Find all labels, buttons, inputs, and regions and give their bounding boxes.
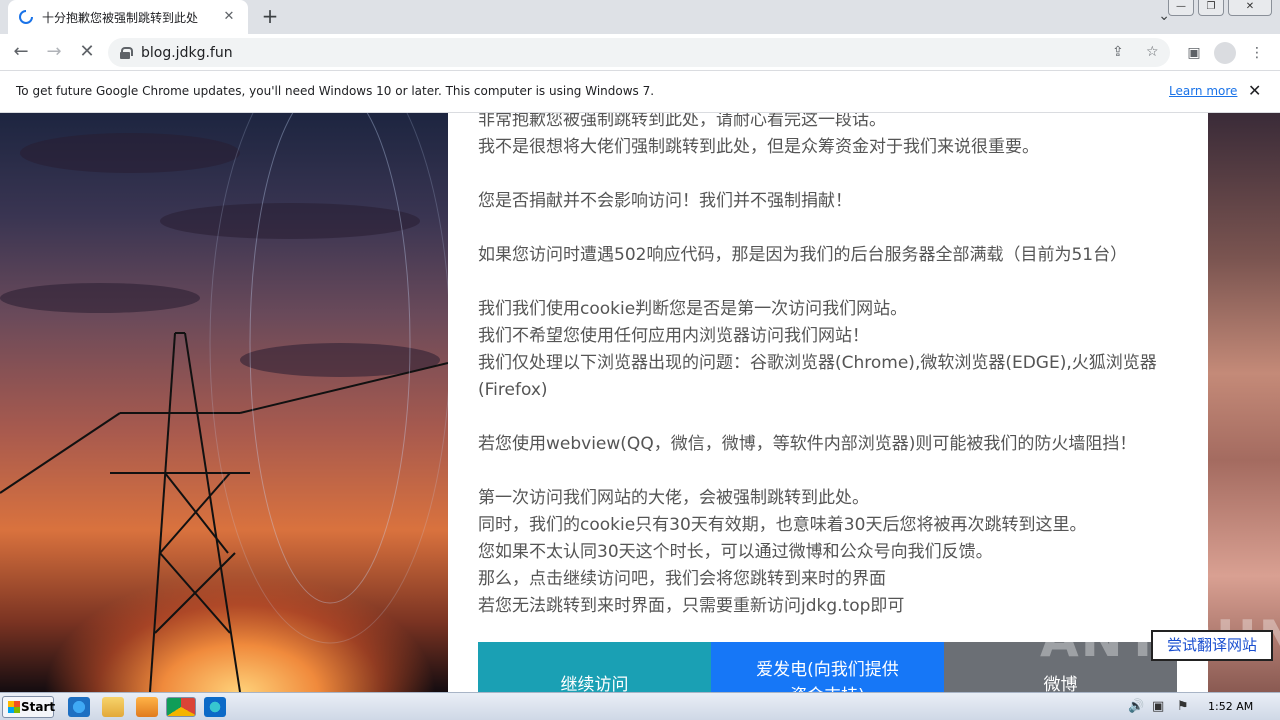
infobar-message: To get future Google Chrome updates, you… <box>16 84 655 98</box>
notice-line: 我不是很想将大佬们强制跳转到此处，但是众筹资金对于我们来说很重要。 <box>478 137 1039 157</box>
address-bar[interactable]: blog.jdkg.fun ⇪ ☆ <box>108 38 1170 67</box>
forward-arrow-icon[interactable]: → <box>42 40 66 64</box>
taskbar-clock[interactable]: 1:52 AM <box>1208 700 1253 713</box>
file-explorer-icon[interactable] <box>102 697 124 717</box>
stop-loading-icon[interactable]: ✕ <box>75 40 99 64</box>
window-controls: — ❐ ✕ <box>1168 0 1272 16</box>
edge-icon[interactable] <box>204 697 226 717</box>
notice-line: 若您使用webview(QQ，微信，微博，等软件内部浏览器)则可能被我们的防火墙… <box>478 434 1137 454</box>
tab-strip: 十分抱歉您被强制跳转到此处 ✕ + ⌄ — ❐ ✕ <box>0 0 1280 34</box>
notice-line: 若您无法跳转到来时界面，只需要重新访问jdkg.top即可 <box>478 596 905 616</box>
network-icon[interactable]: ▣ <box>1152 699 1164 714</box>
notice-line: 如果您访问时遭遇502响应代码，那是因为我们的后台服务器全部满载（目前为51台） <box>478 245 1128 265</box>
notice-line: (Firefox) <box>478 380 548 400</box>
notice-line: 我们不希望您使用任何应用内浏览器访问我们网站！ <box>478 326 869 346</box>
minimize-button[interactable]: — <box>1168 0 1194 16</box>
notice-panel: 非常抱歉您被强制跳转到此处，请耐心看完这一段话。我不是很想将大佬们强制跳转到此处… <box>448 113 1208 692</box>
browser-toolbar: ← → ✕ blog.jdkg.fun ⇪ ☆ ▣ ⋮ <box>0 34 1280 71</box>
donate-label-line2: 资金支持) <box>711 683 944 692</box>
chrome-taskbar-icon[interactable] <box>166 697 196 717</box>
tab-close-icon[interactable]: ✕ <box>220 8 238 26</box>
web-content: 非常抱歉您被强制跳转到此处，请耐心看完这一段话。我不是很想将大佬们强制跳转到此处… <box>0 113 1280 692</box>
windows-taskbar: Start 🔊 ▣ ⚑ 1:52 AM <box>0 692 1280 720</box>
profile-avatar-icon[interactable] <box>1214 42 1236 64</box>
back-arrow-icon[interactable]: ← <box>9 40 33 64</box>
internet-explorer-icon[interactable] <box>68 697 90 717</box>
donate-button[interactable]: 爱发电(向我们提供 资金支持) <box>711 642 944 692</box>
donate-label-line1: 爱发电(向我们提供 <box>756 660 899 680</box>
bookmark-star-icon[interactable]: ☆ <box>1146 44 1159 60</box>
media-player-icon[interactable] <box>136 697 158 717</box>
url-text[interactable]: blog.jdkg.fun <box>141 45 233 61</box>
notice-line: 您是否捐献并不会影响访问！我们并不强制捐献！ <box>478 191 852 211</box>
notice-line: 您如果不太认同30天这个时长，可以通过微博和公众号向我们反馈。 <box>478 542 993 562</box>
power-tower-icon <box>0 113 448 692</box>
volume-icon[interactable]: 🔊 <box>1128 699 1144 714</box>
tab-title: 十分抱歉您被强制跳转到此处 <box>42 10 199 25</box>
learn-more-link[interactable]: Learn more <box>1169 84 1237 98</box>
update-infobar: To get future Google Chrome updates, you… <box>0 71 1280 113</box>
close-window-button[interactable]: ✕ <box>1228 0 1272 16</box>
notice-line: 那么，点击继续访问吧，我们会将您跳转到来时的界面 <box>478 569 886 589</box>
loading-spinner-icon <box>19 10 33 24</box>
share-icon[interactable]: ⇪ <box>1112 44 1124 60</box>
restore-button[interactable]: ❐ <box>1198 0 1224 16</box>
notice-line: 非常抱歉您被强制跳转到此处，请耐心看完这一段话。 <box>478 113 886 130</box>
start-label: Start <box>21 700 56 714</box>
background-artwork-right <box>1208 113 1280 692</box>
lock-icon[interactable] <box>120 46 133 59</box>
continue-label: 继续访问 <box>560 675 629 692</box>
infobar-close-icon[interactable]: ✕ <box>1248 81 1261 100</box>
windows-logo-icon <box>8 701 20 713</box>
side-panel-icon[interactable]: ▣ <box>1183 42 1205 64</box>
tab-active[interactable]: 十分抱歉您被强制跳转到此处 ✕ <box>8 0 248 34</box>
new-tab-button[interactable]: + <box>258 5 282 29</box>
notice-line: 我们仅处理以下浏览器出现的问题：谷歌浏览器(Chrome),微软浏览器(EDGE… <box>478 353 1157 373</box>
start-button[interactable]: Start <box>2 696 56 718</box>
action-center-flag-icon[interactable]: ⚑ <box>1177 699 1189 714</box>
translate-site-button[interactable]: 尝试翻译网站 <box>1151 630 1273 661</box>
notice-line: 同时，我们的cookie只有30天有效期，也意味着30天后您将被再次跳转到这里。 <box>478 515 1087 535</box>
weibo-label: 微博 <box>1043 675 1078 692</box>
notice-line: 第一次访问我们网站的大佬，会被强制跳转到此处。 <box>478 488 869 508</box>
background-artwork-left <box>0 113 448 692</box>
notice-line: 我们我们使用cookie判断您是否是第一次访问我们网站。 <box>478 299 908 319</box>
menu-kebab-icon[interactable]: ⋮ <box>1246 42 1268 64</box>
continue-button[interactable]: 继续访问 <box>478 642 711 692</box>
